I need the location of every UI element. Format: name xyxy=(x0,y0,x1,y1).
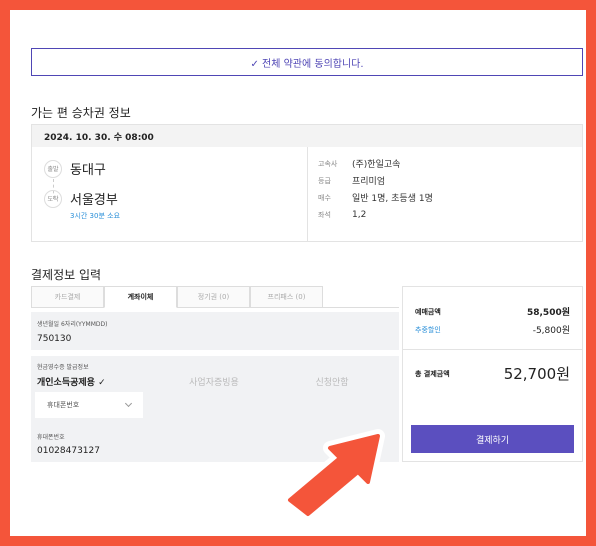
detail-value: 일반 1명, 초등생 1명 xyxy=(352,194,433,204)
receipt-options: 개인소득공제용 ✓ 사업자증빙용 신청안함 xyxy=(37,375,393,388)
ticket-section-title: 가는 편 승차권 정보 xyxy=(31,106,131,120)
receipt-label: 현금영수증 발급정보 xyxy=(37,364,89,371)
birth-value: 750130 xyxy=(37,334,72,344)
receipt-option-none[interactable]: 신청안함 xyxy=(273,375,391,388)
pay-button[interactable]: 결제하기 xyxy=(411,425,574,453)
tab-transfer[interactable]: 계좌이체 xyxy=(104,286,177,308)
summary-price-row: 예매금액 58,500원 xyxy=(415,305,570,319)
payment-section-title: 결제정보 입력 xyxy=(31,268,102,282)
tab-card[interactable]: 카드결제 xyxy=(31,286,104,308)
chevron-down-icon xyxy=(124,399,133,408)
total-value: 52,700원 xyxy=(503,365,570,383)
route-panel: 출발 동대구 도착 서울경부 3시간 30분 소요 xyxy=(32,147,308,241)
detail-row-company: 고속사 (주)한일고속 xyxy=(318,155,578,172)
tab-free-pass[interactable]: 프리패스 (0) xyxy=(250,286,323,308)
summary-divider xyxy=(403,349,582,350)
departure-badge: 출발 xyxy=(44,159,62,178)
birth-label: 생년월일 6자리(YYMMDD) xyxy=(37,321,108,328)
detail-row-grade: 등급 프리미엄 xyxy=(318,172,578,189)
payment-summary: 예매금액 58,500원 추중할인 -5,800원 총 결제금액 52,700원… xyxy=(402,286,583,462)
phone-value: 01028473127 xyxy=(37,446,100,456)
detail-value: (주)한일고속 xyxy=(352,160,401,170)
ticket-details: 고속사 (주)한일고속 등급 프리미엄 매수 일반 1명, 초등생 1명 좌석 … xyxy=(318,155,578,223)
phone-label: 휴대폰번호 xyxy=(37,434,65,441)
arrow-icon xyxy=(283,429,385,521)
receipt-option-personal[interactable]: 개인소득공제용 ✓ xyxy=(37,375,155,388)
departure-stop: 출발 동대구 xyxy=(44,159,106,178)
tab-season-pass[interactable]: 정기권 (0) xyxy=(177,286,250,308)
price-value: 58,500원 xyxy=(526,308,570,318)
phone-field[interactable]: 휴대폰번호 01028473127 xyxy=(37,432,100,456)
detail-row-count: 매수 일반 1명, 초등생 1명 xyxy=(318,189,578,206)
ticket-info-box: 2024. 10. 30. 수 08:00 출발 동대구 도착 서울경부 3시간… xyxy=(31,124,583,242)
arrival-badge: 도착 xyxy=(44,189,62,208)
detail-label: 등급 xyxy=(318,176,331,185)
receipt-type-value: 휴대폰번호 xyxy=(47,401,80,409)
trip-duration: 3시간 30분 소요 xyxy=(70,212,121,220)
ticket-date: 2024. 10. 30. 수 08:00 xyxy=(32,125,582,147)
detail-value: 프리미엄 xyxy=(352,177,386,187)
detail-row-seat: 좌석 1,2 xyxy=(318,206,578,223)
receipt-option-business[interactable]: 사업자증빙용 xyxy=(155,375,273,388)
arrival-name: 서울경부 xyxy=(70,193,118,208)
page-content: ✓ 전체 약관에 동의합니다. 가는 편 승차권 정보 2024. 10. 30… xyxy=(10,10,586,536)
detail-value: 1,2 xyxy=(352,209,367,220)
discount-label[interactable]: 추중할인 xyxy=(415,325,441,335)
departure-name: 동대구 xyxy=(70,163,106,178)
arrival-stop: 도착 서울경부 xyxy=(44,189,118,208)
birth-field[interactable]: 생년월일 6자리(YYMMDD) 750130 xyxy=(31,312,399,350)
summary-total-row: 총 결제금액 52,700원 xyxy=(415,363,570,384)
payment-tabs: 카드결제 계좌이체 정기권 (0) 프리패스 (0) xyxy=(31,286,399,308)
price-label: 예매금액 xyxy=(415,307,441,316)
annotation-arrow xyxy=(268,416,398,526)
agree-all-terms-bar[interactable]: ✓ 전체 약관에 동의합니다. xyxy=(31,48,583,76)
discount-value: -5,800원 xyxy=(532,326,570,336)
summary-discount-row: 추중할인 -5,800원 xyxy=(415,323,570,337)
receipt-type-select[interactable]: 휴대폰번호 xyxy=(35,392,143,418)
tab-filler xyxy=(323,286,399,308)
detail-label: 좌석 xyxy=(318,210,331,219)
detail-label: 매수 xyxy=(318,193,331,202)
detail-label: 고속사 xyxy=(318,159,338,168)
total-label: 총 결제금액 xyxy=(415,369,450,378)
